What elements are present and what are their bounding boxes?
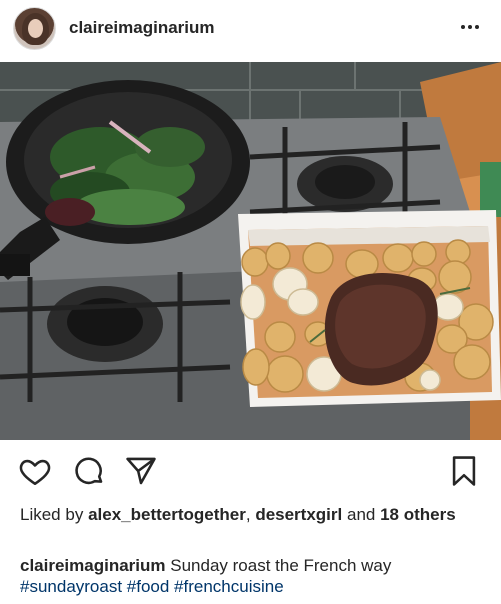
send-icon[interactable] [124, 454, 158, 488]
bookmark-icon[interactable] [447, 454, 481, 488]
caption-hashtags[interactable]: #sundayroast #food #frenchcuisine [20, 577, 284, 596]
likes-and: and [346, 505, 376, 524]
caption-text: Sunday roast the French way [170, 556, 392, 575]
post-header: claireimaginarium [0, 0, 501, 58]
post-photo-illustration [0, 62, 501, 440]
likes-line: Liked by alex_bettertogether, desertxgir… [20, 504, 480, 525]
post-username[interactable]: claireimaginarium [69, 18, 215, 38]
action-bar [0, 448, 501, 494]
comment-icon[interactable] [72, 454, 106, 488]
likes-separator: , [245, 505, 251, 524]
caption: claireimaginarium Sunday roast the Frenc… [20, 555, 490, 597]
more-options-icon[interactable] [457, 14, 483, 40]
avatar-face [28, 19, 43, 38]
post-photo[interactable] [0, 62, 501, 440]
liker-link[interactable]: alex_bettertogether [88, 505, 246, 524]
likes-others-link[interactable]: 18 others [380, 505, 456, 524]
caption-username[interactable]: claireimaginarium [20, 556, 166, 575]
likes-prefix: Liked by [20, 505, 84, 524]
avatar[interactable] [13, 7, 56, 50]
liker-link[interactable]: desertxgirl [255, 505, 342, 524]
heart-icon[interactable] [18, 454, 52, 488]
